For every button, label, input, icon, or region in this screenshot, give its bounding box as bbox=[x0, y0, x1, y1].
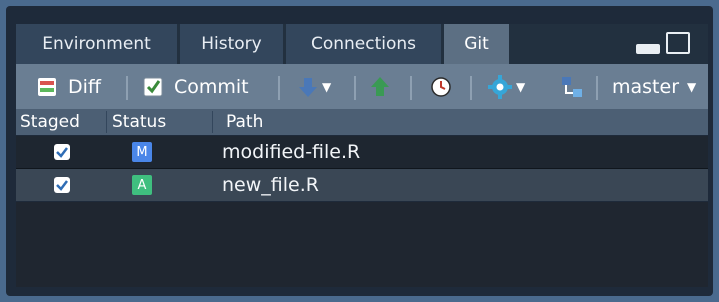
push-arrow-icon bbox=[371, 76, 389, 96]
commit-button[interactable]: Commit bbox=[142, 64, 249, 109]
branch-icon bbox=[562, 76, 582, 97]
toolbar-separator bbox=[596, 76, 598, 100]
table-row[interactable]: M modified-file.R bbox=[16, 136, 708, 168]
clock-icon bbox=[431, 76, 451, 97]
pull-arrow-icon bbox=[299, 77, 317, 97]
header-label: Path bbox=[226, 112, 264, 132]
staged-checkbox[interactable] bbox=[54, 144, 70, 160]
chevron-down-icon: ▼ bbox=[322, 79, 332, 94]
toolbar-separator bbox=[354, 76, 356, 100]
tab-history[interactable]: History bbox=[180, 24, 284, 64]
header-label: Staged bbox=[20, 112, 80, 132]
diff-icon bbox=[38, 77, 56, 96]
minimize-icon[interactable] bbox=[636, 44, 660, 54]
table-header: Staged Status Path bbox=[16, 109, 708, 135]
diff-button[interactable]: Diff bbox=[36, 64, 101, 109]
chevron-down-icon: ▼ bbox=[516, 79, 526, 94]
window-controls bbox=[636, 32, 708, 56]
diff-label: Diff bbox=[68, 75, 101, 98]
toolbar-separator bbox=[470, 76, 472, 100]
tab-environment[interactable]: Environment bbox=[16, 24, 178, 64]
staged-checkbox[interactable] bbox=[54, 177, 70, 193]
column-header-path[interactable]: Path bbox=[226, 109, 263, 135]
column-header-staged[interactable]: Staged bbox=[20, 109, 80, 135]
toolbar-separator bbox=[126, 76, 128, 100]
branch-label: master bbox=[612, 75, 680, 98]
header-label: Status bbox=[112, 112, 167, 132]
tab-label: History bbox=[201, 34, 262, 54]
status-letter: M bbox=[136, 144, 148, 160]
empty-file-list-area bbox=[16, 202, 708, 287]
chevron-down-icon: ▼ bbox=[687, 79, 697, 94]
gear-icon bbox=[488, 74, 512, 99]
checkmark-icon bbox=[56, 180, 68, 191]
column-divider bbox=[106, 111, 107, 133]
git-toolbar: Diff Commit ▼ ▼ master ▼ bbox=[16, 64, 708, 109]
more-button[interactable]: ▼ bbox=[488, 64, 525, 109]
status-badge: A bbox=[132, 175, 152, 195]
branch-button[interactable] bbox=[560, 64, 584, 109]
file-path: modified-file.R bbox=[222, 141, 361, 163]
tab-label: Git bbox=[464, 34, 489, 54]
status-badge: M bbox=[132, 142, 152, 162]
checkmark-icon bbox=[56, 147, 68, 158]
column-header-status[interactable]: Status bbox=[112, 109, 166, 135]
branch-dropdown[interactable]: master ▼ bbox=[612, 64, 696, 109]
column-divider bbox=[212, 111, 213, 133]
maximize-icon[interactable] bbox=[666, 32, 690, 54]
commit-label: Commit bbox=[174, 75, 249, 98]
table-row[interactable]: A new_file.R bbox=[16, 169, 708, 201]
toolbar-separator bbox=[278, 76, 280, 100]
history-button[interactable] bbox=[430, 64, 452, 109]
tab-git[interactable]: Git bbox=[444, 24, 510, 64]
toolbar-separator bbox=[410, 76, 412, 100]
git-pane-window: Environment History Connections Git Diff bbox=[0, 0, 719, 302]
tab-label: Environment bbox=[42, 34, 151, 54]
tab-connections[interactable]: Connections bbox=[286, 24, 442, 64]
commit-icon bbox=[143, 77, 163, 96]
pull-button[interactable]: ▼ bbox=[298, 64, 331, 109]
push-button[interactable] bbox=[370, 64, 390, 109]
file-path: new_file.R bbox=[222, 174, 319, 196]
status-letter: A bbox=[137, 177, 147, 193]
tab-label: Connections bbox=[310, 34, 417, 54]
